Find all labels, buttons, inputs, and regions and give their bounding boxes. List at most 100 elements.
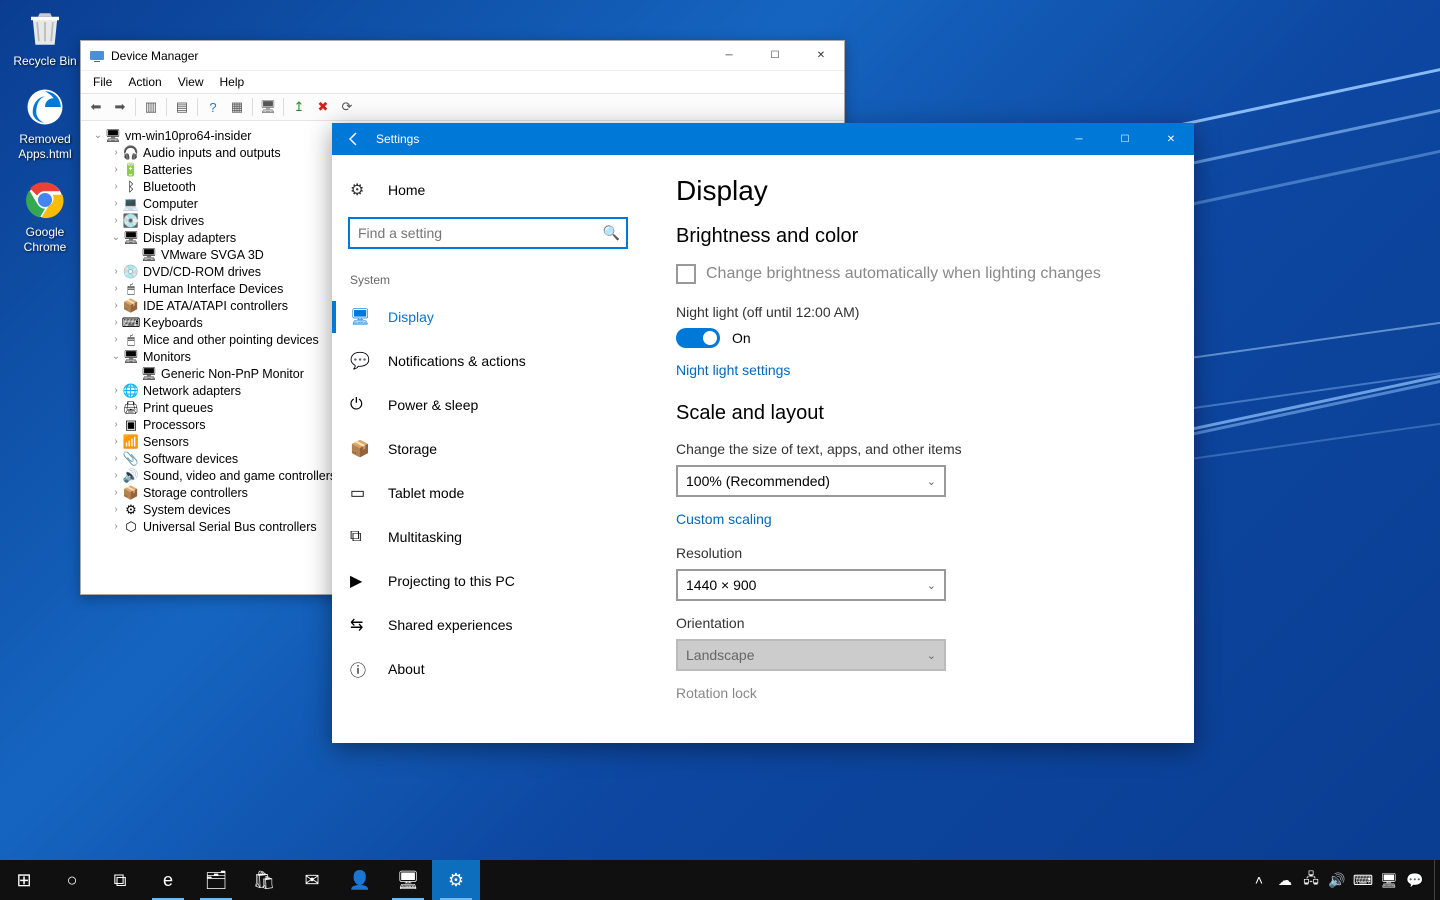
tb-show-hide-tree-icon[interactable]: ▥ (140, 96, 162, 118)
tree-expander-icon[interactable]: › (109, 487, 123, 498)
hid-icon: 🖱 (123, 281, 139, 297)
tree-node-label: Sound, video and game controllers (143, 469, 336, 483)
night-light-settings-link[interactable]: Night light settings (676, 362, 790, 378)
tree-expander-icon[interactable]: ⌄ (109, 351, 123, 362)
dm-close-button[interactable]: ✕ (798, 41, 844, 71)
volume-icon: 🔊 (1328, 872, 1345, 889)
settings-minimize-button[interactable]: ─ (1056, 123, 1102, 155)
projecting-icon: ▶ (350, 571, 372, 591)
dm-menu-action[interactable]: Action (120, 73, 169, 91)
night-light-state: On (732, 330, 751, 346)
checkbox-icon (676, 264, 696, 284)
tree-expander-icon[interactable]: ⌄ (109, 232, 123, 243)
tb-help-icon[interactable]: ? (202, 96, 224, 118)
network-icon: 🌐 (123, 383, 139, 399)
dm-menu-help[interactable]: Help (212, 73, 253, 91)
tb-properties-icon[interactable]: ▤ (171, 96, 193, 118)
night-light-toggle[interactable] (676, 328, 720, 348)
custom-scaling-link[interactable]: Custom scaling (676, 511, 772, 527)
tree-expander-icon[interactable]: › (109, 164, 123, 175)
auto-brightness-checkbox[interactable]: Change brightness automatically when lig… (676, 264, 1162, 284)
settings-maximize-button[interactable]: ☐ (1102, 123, 1148, 155)
tray-ease-access-button[interactable]: 🖥 (1376, 860, 1402, 900)
taskbar-mail-button[interactable]: ✉ (288, 860, 336, 900)
nav-item-display[interactable]: 🖥Display (332, 295, 644, 339)
tb-uninstall-icon[interactable]: ✖ (312, 96, 334, 118)
tray-onedrive-button[interactable]: ☁ (1272, 860, 1298, 900)
nav-item-label: Shared experiences (388, 617, 513, 633)
taskbar-task-view-button[interactable]: ⧉ (96, 860, 144, 900)
nav-home[interactable]: ⚙ Home (332, 169, 644, 211)
tb-update-driver-icon[interactable]: 🖥 (257, 96, 279, 118)
tree-expander-icon[interactable]: › (109, 300, 123, 311)
nav-item-tablet[interactable]: ▭Tablet mode (332, 471, 644, 515)
desktop-icon-recycle-bin[interactable]: Recycle Bin (8, 8, 82, 68)
taskbar-store-button[interactable]: 🛍 (240, 860, 288, 900)
tree-expander-icon[interactable]: › (109, 215, 123, 226)
tree-expander-icon[interactable]: › (109, 402, 123, 413)
scale-combobox[interactable]: 100% (Recommended) ⌄ (676, 465, 946, 497)
tree-expander-icon[interactable]: › (109, 419, 123, 430)
home-icon: ⚙ (350, 180, 372, 200)
tray-ime-button[interactable]: ⌨ (1350, 860, 1376, 900)
settings-close-button[interactable]: ✕ (1148, 123, 1194, 155)
tree-expander-icon[interactable]: › (109, 283, 123, 294)
taskbar-device-manager-task-button[interactable]: 🖥 (384, 860, 432, 900)
dm-menu-view[interactable]: View (170, 73, 212, 91)
tb-scan-icon[interactable]: ⟳ (336, 96, 358, 118)
tree-expander-icon[interactable]: › (109, 198, 123, 209)
tree-expander-icon[interactable]: › (109, 521, 123, 532)
taskbar-people-button[interactable]: 👤 (336, 860, 384, 900)
taskbar-start-button[interactable]: ⊞ (0, 860, 48, 900)
settings-search-input[interactable] (348, 217, 628, 249)
tree-expander-icon[interactable]: ⌄ (91, 130, 105, 141)
monitor-icon: 🖥 (141, 366, 157, 382)
tree-expander-icon[interactable]: › (109, 266, 123, 277)
taskbar-file-explorer-button[interactable]: 🗂 (192, 860, 240, 900)
tray-volume-button[interactable]: 🔊 (1324, 860, 1350, 900)
tb-enable-icon[interactable]: ↥ (288, 96, 310, 118)
orientation-combobox[interactable]: Landscape ⌄ (676, 639, 946, 671)
auto-brightness-label: Change brightness automatically when lig… (706, 265, 1101, 283)
about-icon: ⓘ (350, 657, 372, 681)
dm-minimize-button[interactable]: ─ (706, 41, 752, 71)
dm-menu-file[interactable]: File (85, 73, 120, 91)
nav-item-label: Notifications & actions (388, 353, 526, 369)
nav-item-label: About (388, 661, 425, 677)
nav-item-shared[interactable]: ⇆Shared experiences (332, 603, 644, 647)
tray-action-center-button[interactable]: 💬 (1402, 860, 1428, 900)
taskbar-settings-task-button[interactable]: ⚙ (432, 860, 480, 900)
desktop-icon-chrome[interactable]: Google Chrome (8, 179, 82, 254)
tree-expander-icon[interactable]: › (109, 436, 123, 447)
task-view-icon: ⧉ (114, 870, 127, 891)
tree-expander-icon[interactable]: › (109, 385, 123, 396)
nav-item-multitasking[interactable]: ⧉Multitasking (332, 515, 644, 559)
settings-titlebar[interactable]: Settings ─ ☐ ✕ (332, 123, 1194, 155)
tree-expander-icon[interactable]: › (109, 453, 123, 464)
tb-forward-icon[interactable]: ➡ (109, 96, 131, 118)
taskbar-edge-button[interactable]: e (144, 860, 192, 900)
nav-item-about[interactable]: ⓘ About (332, 647, 644, 691)
resolution-combobox[interactable]: 1440 × 900 ⌄ (676, 569, 946, 601)
taskbar-cortana-button[interactable]: ○ (48, 860, 96, 900)
tree-expander-icon[interactable]: › (109, 181, 123, 192)
bluetooth-icon: ᛒ (123, 179, 139, 195)
tree-expander-icon[interactable]: › (109, 504, 123, 515)
nav-item-storage[interactable]: 📦Storage (332, 427, 644, 471)
tray-tray-overflow-button[interactable]: ˄ (1246, 860, 1272, 900)
tree-expander-icon[interactable]: › (109, 147, 123, 158)
dm-maximize-button[interactable]: ☐ (752, 41, 798, 71)
tray-network-button[interactable]: 🖧 (1298, 860, 1324, 900)
tb-view-icon[interactable]: ▦ (226, 96, 248, 118)
desktop-icon-removed-apps[interactable]: Removed Apps.html (8, 86, 82, 161)
nav-item-projecting[interactable]: ▶Projecting to this PC (332, 559, 644, 603)
tb-back-icon[interactable]: ⬅ (85, 96, 107, 118)
tree-expander-icon[interactable]: › (109, 334, 123, 345)
usb-icon: ⬡ (123, 519, 139, 535)
dm-titlebar[interactable]: Device Manager ─ ☐ ✕ (81, 41, 844, 71)
nav-item-power[interactable]: ⏻Power & sleep (332, 383, 644, 427)
nav-item-notifications[interactable]: 💬Notifications & actions (332, 339, 644, 383)
show-desktop-button[interactable] (1434, 860, 1440, 900)
tree-expander-icon[interactable]: › (109, 470, 123, 481)
settings-back-button[interactable] (332, 123, 376, 155)
